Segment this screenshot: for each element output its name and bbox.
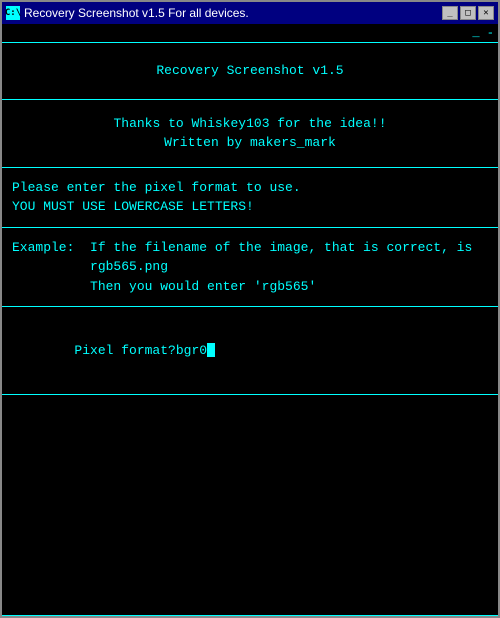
close-button[interactable]: ✕ <box>478 6 494 20</box>
title-bar: C:\ Recovery Screenshot v1.5 For all dev… <box>2 2 498 24</box>
window-title: Recovery Screenshot v1.5 For all devices… <box>24 6 249 20</box>
terminal-area: _ - Recovery Screenshot v1.5 Thanks to W… <box>2 24 498 616</box>
main-window: C:\ Recovery Screenshot v1.5 For all dev… <box>0 0 500 618</box>
title-section: Recovery Screenshot v1.5 <box>2 43 498 100</box>
credits-line2: Written by makers_mark <box>12 133 488 153</box>
input-section: Pixel format?bgr0 <box>2 307 498 395</box>
title-bar-left: C:\ Recovery Screenshot v1.5 For all dev… <box>6 6 249 20</box>
title-bar-buttons[interactable]: _ □ ✕ <box>442 6 494 20</box>
instruction-line2: YOU MUST USE LOWERCASE LETTERS! <box>12 197 488 217</box>
prompt-text: Pixel format? <box>74 343 175 358</box>
instructions-section: Please enter the pixel format to use. YO… <box>2 168 498 228</box>
app-icon: C:\ <box>6 6 20 20</box>
credits-section: Thanks to Whiskey103 for the idea!! Writ… <box>2 100 498 168</box>
cursor-blink <box>207 343 215 357</box>
minimize-button[interactable]: _ <box>442 6 458 20</box>
credits-line1: Thanks to Whiskey103 for the idea!! <box>12 114 488 134</box>
title-line: Recovery Screenshot v1.5 <box>12 61 488 81</box>
example-line3: Then you would enter 'rgb565' <box>12 277 488 297</box>
terminal-controls-text: _ - <box>472 26 494 40</box>
empty-section <box>2 395 498 617</box>
example-line2: rgb565.png <box>12 257 488 277</box>
example-section: Example: If the filename of the image, t… <box>2 228 498 308</box>
instruction-line1: Please enter the pixel format to use. <box>12 178 488 198</box>
input-value: bgr0 <box>176 343 207 358</box>
terminal-controls-row: _ - <box>2 24 498 43</box>
example-line1: Example: If the filename of the image, t… <box>12 238 488 258</box>
maximize-button[interactable]: □ <box>460 6 476 20</box>
prompt-line: Pixel format?bgr0 <box>12 321 488 380</box>
